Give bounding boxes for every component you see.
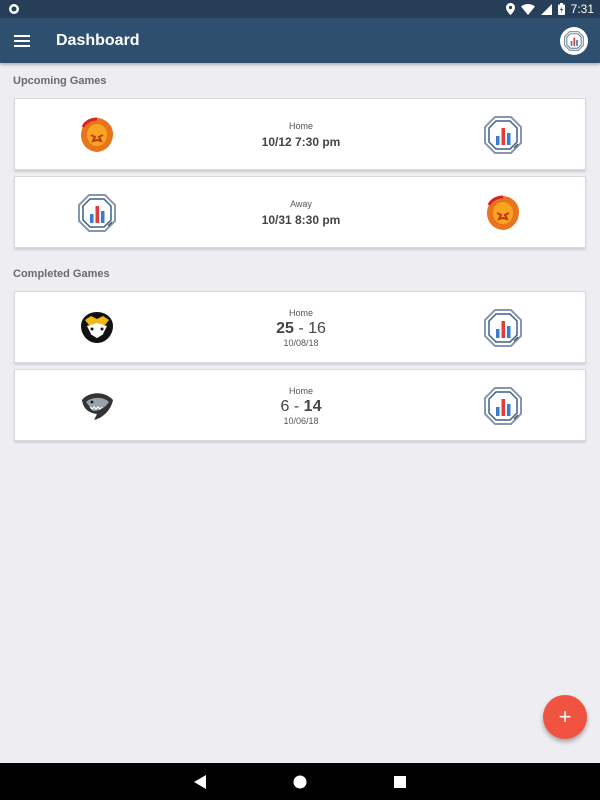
score-left: 6 [280,397,290,415]
score-separator: - [293,397,300,415]
shark-logo-icon [77,386,117,426]
add-game-button[interactable]: + [543,695,587,739]
game-info: Away 10/31 8:30 pm [165,177,437,249]
venue-label: Home [288,385,313,396]
game-card[interactable]: Home 10/12 7:30 pm [14,98,586,170]
wifi-icon [520,3,535,15]
badger-logo-icon [77,308,117,348]
home-icon [293,775,307,789]
score-right: 14 [303,397,322,415]
status-bar: 7:31 [0,0,600,18]
game-date: 10/08/18 [283,337,319,348]
home-button[interactable] [290,772,310,792]
recents-icon [394,776,406,788]
team-logo-icon [564,31,584,51]
back-icon [194,775,206,789]
venue-label: Home [288,120,313,131]
game-card[interactable]: Home 25 - 16 10/08/18 [14,291,586,363]
score-left: 25 [276,319,294,337]
game-score: 6 - 14 [281,397,322,416]
venue-label: Away [290,198,312,209]
game-card[interactable]: Away 10/31 8:30 pm [14,176,586,248]
game-info: Home 25 - 16 10/08/18 [165,292,437,364]
menu-button[interactable] [10,29,34,53]
score-right: 16 [308,319,326,337]
notification-icon [9,4,19,14]
game-datetime: 10/12 7:30 pm [261,134,341,149]
game-card[interactable]: Home 6 - 14 10/06/18 [14,369,586,441]
bars-logo-icon [77,193,117,233]
signal-icon [540,3,552,15]
lion-logo-icon [483,193,523,233]
battery-icon [557,3,565,15]
score-separator: - [298,319,304,337]
profile-button[interactable] [560,27,588,55]
status-time: 7:31 [570,2,594,16]
system-nav-bar [0,763,600,800]
lion-logo-icon [77,115,117,155]
game-date: 10/06/18 [283,415,319,426]
section-header-completed: Completed Games [13,268,110,280]
page-title: Dashboard [56,32,140,49]
recents-button[interactable] [390,772,410,792]
venue-label: Home [288,307,313,318]
back-button[interactable] [190,772,210,792]
app-bar: Dashboard [0,18,600,63]
menu-icon [14,35,30,47]
bars-logo-icon [483,308,523,348]
bars-logo-icon [483,386,523,426]
game-score: 25 - 16 [276,319,326,338]
bars-logo-icon [483,115,523,155]
section-header-upcoming: Upcoming Games [13,75,107,87]
location-icon [505,3,515,15]
game-info: Home 6 - 14 10/06/18 [165,370,437,442]
game-info: Home 10/12 7:30 pm [165,99,437,171]
game-datetime: 10/31 8:30 pm [261,212,341,227]
